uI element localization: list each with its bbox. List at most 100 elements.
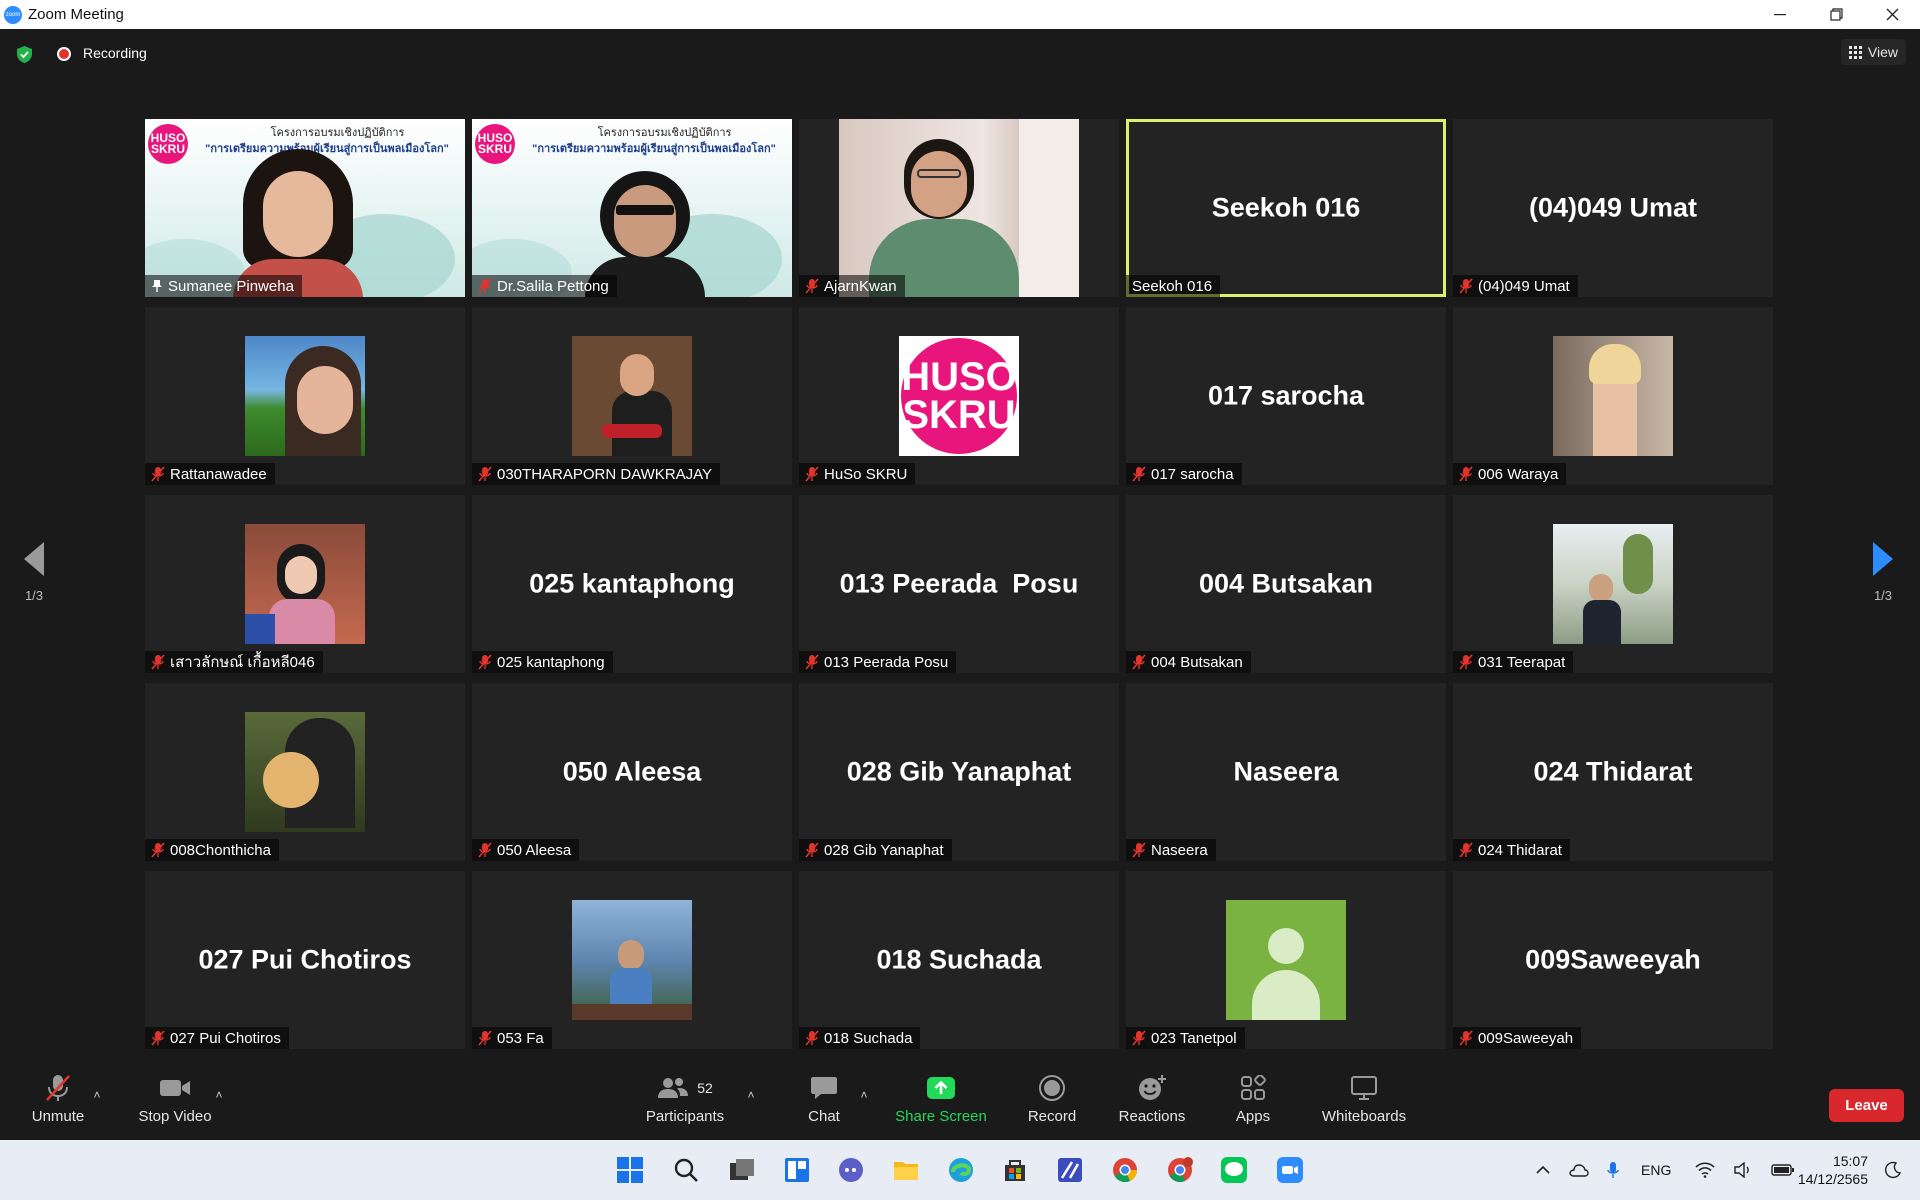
chevron-up-icon[interactable] bbox=[1535, 1165, 1551, 1175]
language-indicator[interactable]: ENG bbox=[1641, 1162, 1671, 1178]
microphone-muted-icon bbox=[1132, 842, 1146, 858]
participants-count: 52 bbox=[697, 1080, 713, 1096]
clock-time: 15:07 bbox=[1832, 1153, 1868, 1169]
profile-photo bbox=[1553, 336, 1673, 456]
notification-moon-icon[interactable] bbox=[1884, 1161, 1902, 1179]
participant-tile[interactable]: HUSO SKRU HuSo SKRU bbox=[799, 307, 1119, 485]
participant-nameplate: AjarnKwan bbox=[799, 275, 905, 297]
recording-label: Recording bbox=[83, 45, 147, 61]
whiteboards-button[interactable]: Whiteboards bbox=[1316, 1068, 1412, 1140]
search-icon[interactable] bbox=[668, 1152, 704, 1188]
participant-tile[interactable]: 004 Butsakan 004 Butsakan bbox=[1126, 495, 1446, 673]
unmute-button[interactable]: Unmute bbox=[22, 1068, 94, 1140]
stop-video-button[interactable]: Stop Video bbox=[130, 1068, 220, 1140]
page-indicator-right: 1/3 bbox=[1873, 588, 1893, 603]
chrome-icon[interactable] bbox=[1107, 1152, 1143, 1188]
profile-photo bbox=[245, 336, 365, 456]
microphone-muted-icon bbox=[1132, 466, 1146, 482]
close-button[interactable] bbox=[1864, 0, 1920, 29]
participant-tile[interactable]: 023 Tanetpol bbox=[1126, 871, 1446, 1049]
participant-tile[interactable]: 017 sarocha 017 sarocha bbox=[1126, 307, 1446, 485]
onedrive-cloud-icon[interactable] bbox=[1569, 1163, 1589, 1177]
participant-name: Sumanee Pinweha bbox=[168, 277, 294, 295]
microphone-muted-icon bbox=[151, 842, 165, 858]
edge-icon[interactable] bbox=[943, 1152, 979, 1188]
participants-button[interactable]: 52 Participants bbox=[640, 1068, 730, 1140]
share-screen-button[interactable]: Share Screen bbox=[890, 1068, 992, 1140]
participant-tile[interactable]: 027 Pui Chotiros 027 Pui Chotiros bbox=[145, 871, 465, 1049]
record-button[interactable]: Record bbox=[1020, 1068, 1084, 1140]
participant-tile[interactable]: 009Saweeyah 009Saweeyah bbox=[1453, 871, 1773, 1049]
participant-name: เสาวลักษณ์ เกื้อหลี046 bbox=[170, 654, 315, 671]
participant-tile[interactable]: HUSO SKRU โครงการอบรมเชิงปฏิบัติการ "การเต… bbox=[472, 119, 792, 297]
participant-nameplate: 008Chonthicha bbox=[145, 839, 279, 861]
chrome-profile-icon[interactable] bbox=[1162, 1152, 1198, 1188]
close-icon bbox=[1886, 8, 1898, 21]
participant-nameplate: 050 Aleesa bbox=[472, 839, 580, 861]
participant-tile[interactable]: 024 Thidarat 024 Thidarat bbox=[1453, 683, 1773, 861]
participant-tile[interactable]: 053 Fa bbox=[472, 871, 792, 1049]
participant-tile[interactable]: (04)049 Umat (04)049 Umat bbox=[1453, 119, 1773, 297]
line-icon[interactable] bbox=[1216, 1152, 1252, 1188]
microphone-muted-icon bbox=[805, 278, 819, 294]
participant-tile[interactable]: Naseera Naseera bbox=[1126, 683, 1446, 861]
video-options-caret[interactable]: ˄ bbox=[212, 1088, 226, 1102]
leave-button[interactable]: Leave bbox=[1829, 1089, 1904, 1122]
profile-photo bbox=[572, 900, 692, 1020]
task-view-icon[interactable] bbox=[724, 1152, 760, 1188]
chat-options-caret[interactable]: ˄ bbox=[857, 1088, 871, 1102]
app-icon[interactable] bbox=[1052, 1152, 1088, 1188]
participant-tile[interactable]: 006 Waraya bbox=[1453, 307, 1773, 485]
minimize-button[interactable] bbox=[1752, 0, 1808, 29]
huso-skru-logo: HUSO SKRU bbox=[475, 124, 515, 164]
store-icon[interactable] bbox=[997, 1152, 1033, 1188]
battery-icon[interactable] bbox=[1771, 1163, 1795, 1177]
system-clock[interactable]: 15:07 14/12/2565 bbox=[1798, 1152, 1868, 1188]
participant-name: 023 Tanetpol bbox=[1151, 1029, 1237, 1047]
participant-name: 004 Butsakan bbox=[1151, 653, 1243, 671]
teams-chat-icon[interactable] bbox=[833, 1152, 869, 1188]
reactions-button[interactable]: Reactions bbox=[1116, 1068, 1188, 1140]
wifi-icon[interactable] bbox=[1695, 1162, 1715, 1178]
microphone-muted-icon bbox=[805, 1030, 819, 1046]
next-page-button[interactable]: 1/3 bbox=[1855, 540, 1911, 630]
gallery-grid: HUSO SKRU โครงการอบรมเชิงปฏิบัติการ "การเต… bbox=[145, 119, 1773, 1049]
participants-options-caret[interactable]: ˄ bbox=[744, 1088, 758, 1102]
microphone-muted-icon bbox=[478, 654, 492, 670]
participant-nameplate: 018 Suchada bbox=[799, 1027, 921, 1049]
participant-tile[interactable]: 030THARAPORN DAWKRAJAY bbox=[472, 307, 792, 485]
microphone-muted-icon bbox=[478, 466, 492, 482]
participant-tile[interactable]: Seekoh 016 Seekoh 016 bbox=[1126, 119, 1446, 297]
microphone-tray-icon[interactable] bbox=[1607, 1161, 1619, 1179]
volume-icon[interactable] bbox=[1733, 1162, 1753, 1178]
start-icon[interactable] bbox=[612, 1152, 648, 1188]
participant-tile[interactable]: HUSO SKRU โครงการอบรมเชิงปฏิบัติการ "การเต… bbox=[145, 119, 465, 297]
zoom-icon[interactable] bbox=[1272, 1152, 1308, 1188]
participant-tile[interactable]: 008Chonthicha bbox=[145, 683, 465, 861]
previous-page-button[interactable]: 1/3 bbox=[6, 540, 62, 630]
participant-tile[interactable]: 013 Peerada Posu 013 Peerada Posu bbox=[799, 495, 1119, 673]
huso-skru-logo: HUSO SKRU bbox=[899, 336, 1019, 456]
record-label: Record bbox=[1027, 1108, 1077, 1125]
file-explorer-icon[interactable] bbox=[888, 1152, 924, 1188]
chat-bubble-icon bbox=[811, 1077, 837, 1099]
encryption-shield-icon[interactable] bbox=[16, 45, 33, 64]
participant-tile[interactable]: เสาวลักษณ์ เกื้อหลี046 bbox=[145, 495, 465, 673]
participant-tile[interactable]: 050 Aleesa 050 Aleesa bbox=[472, 683, 792, 861]
participant-tile[interactable]: 025 kantaphong 025 kantaphong bbox=[472, 495, 792, 673]
microphone-muted-icon bbox=[805, 654, 819, 670]
apps-button[interactable]: Apps bbox=[1222, 1068, 1284, 1140]
participant-tile[interactable]: Rattanawadee bbox=[145, 307, 465, 485]
participant-nameplate: 013 Peerada Posu bbox=[799, 651, 957, 673]
participant-tile[interactable]: 018 Suchada 018 Suchada bbox=[799, 871, 1119, 1049]
audio-options-caret[interactable]: ˄ bbox=[90, 1088, 104, 1102]
participant-tile[interactable]: 028 Gib Yanaphat 028 Gib Yanaphat bbox=[799, 683, 1119, 861]
view-button[interactable]: View bbox=[1840, 39, 1906, 65]
participant-nameplate: 030THARAPORN DAWKRAJAY bbox=[472, 463, 721, 485]
participant-tile[interactable]: AjarnKwan bbox=[799, 119, 1119, 297]
widgets-icon[interactable] bbox=[779, 1152, 815, 1188]
participant-tile[interactable]: 031 Teerapat bbox=[1453, 495, 1773, 673]
participant-nameplate: เสาวลักษณ์ เกื้อหลี046 bbox=[145, 651, 323, 673]
chat-button[interactable]: Chat bbox=[794, 1068, 854, 1140]
restore-button[interactable] bbox=[1808, 0, 1864, 29]
